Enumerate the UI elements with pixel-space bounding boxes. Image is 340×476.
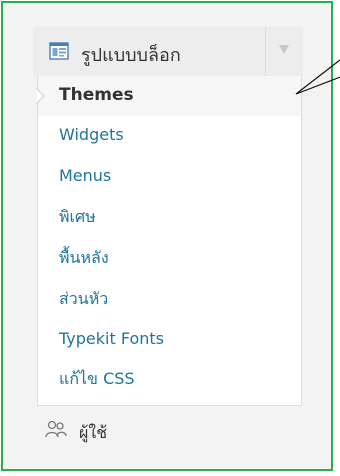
submenu-item-special[interactable]: พิเศษ — [59, 207, 96, 227]
submenu-item-menus[interactable]: Menus — [59, 166, 111, 186]
menu-toggle[interactable] — [265, 27, 303, 76]
current-item-pointer-icon — [36, 88, 45, 104]
appearance-menu-label: รูปแบบบล็อก — [81, 45, 181, 66]
submenu-item-themes[interactable]: Themes — [59, 85, 134, 105]
submenu-item-edit-css[interactable]: แก้ไข CSS — [59, 369, 135, 389]
users-icon — [45, 420, 67, 438]
users-menu-item[interactable]: ผู้ใช้ — [33, 410, 302, 450]
submenu-item-widgets[interactable]: Widgets — [59, 125, 124, 145]
appearance-submenu: Themes Widgets Menus พิเศษ พื้นหลัง ส่วน… — [37, 76, 302, 406]
appearance-icon — [49, 42, 69, 60]
submenu-item-header[interactable]: ส่วนหัว — [59, 289, 108, 309]
appearance-menu-header[interactable]: รูปแบบบล็อก — [33, 27, 303, 76]
users-menu-label: ผู้ใช้ — [79, 423, 108, 442]
submenu-item-background[interactable]: พื้นหลัง — [59, 248, 109, 268]
submenu-item-typekit-fonts[interactable]: Typekit Fonts — [59, 329, 164, 349]
triangle-down-icon — [279, 45, 289, 54]
